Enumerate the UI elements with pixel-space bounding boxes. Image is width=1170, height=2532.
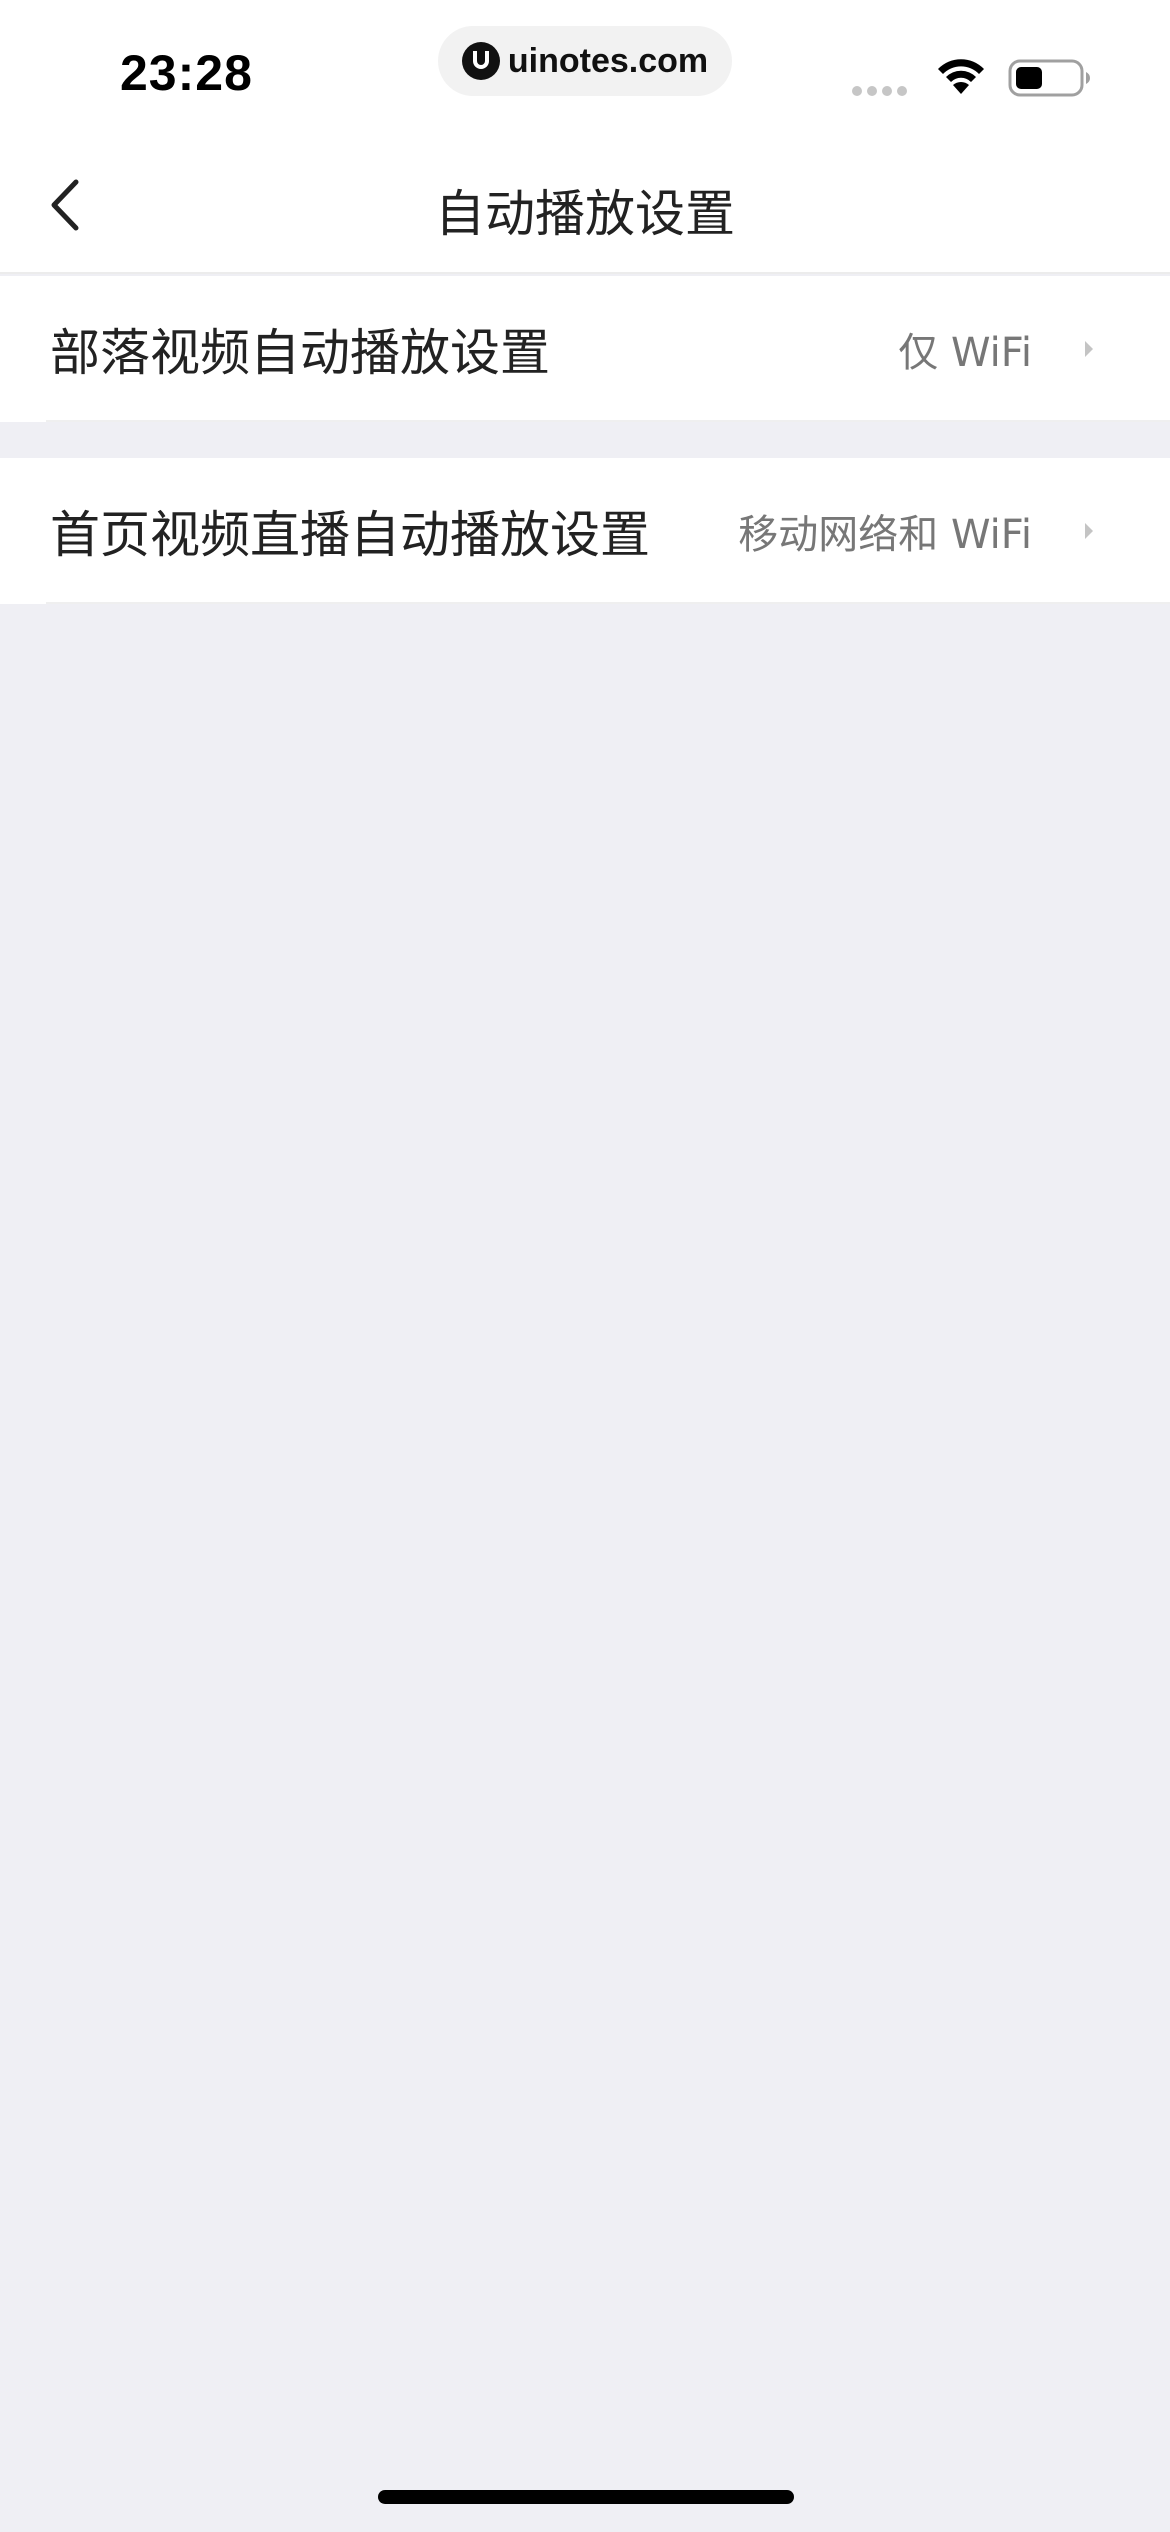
wifi-icon	[938, 59, 984, 94]
row-label: 首页视频直播自动播放设置	[50, 506, 650, 564]
status-bar: 23:28 uinotes.com	[0, 0, 1170, 140]
chevron-right-icon	[1085, 523, 1093, 539]
status-time: 23:28	[120, 45, 253, 101]
row-divider	[46, 420, 1170, 422]
url-pill[interactable]: uinotes.com	[438, 26, 732, 96]
home-indicator[interactable]	[378, 2490, 794, 2504]
row-label: 部落视频自动播放设置	[50, 324, 550, 382]
settings-row-tribe-video-autoplay[interactable]: 部落视频自动播放设置 仅 WiFi	[0, 276, 1170, 422]
url-text: uinotes.com	[507, 41, 709, 80]
battery-icon	[1008, 59, 1090, 97]
nav-bar: 自动播放设置	[0, 140, 1170, 274]
uinotes-logo-icon	[461, 42, 500, 80]
settings-group-tribe: 部落视频自动播放设置 仅 WiFi	[0, 276, 1170, 422]
chevron-right-icon	[1085, 341, 1093, 357]
settings-group-home: 首页视频直播自动播放设置 移动网络和 WiFi	[0, 458, 1170, 604]
cellular-signal-icon	[852, 86, 907, 96]
row-divider	[46, 602, 1170, 604]
row-value: 移动网络和 WiFi	[738, 512, 1032, 558]
page-title: 自动播放设置	[435, 185, 735, 243]
row-value: 仅 WiFi	[898, 330, 1032, 376]
settings-row-home-live-autoplay[interactable]: 首页视频直播自动播放设置 移动网络和 WiFi	[0, 458, 1170, 604]
